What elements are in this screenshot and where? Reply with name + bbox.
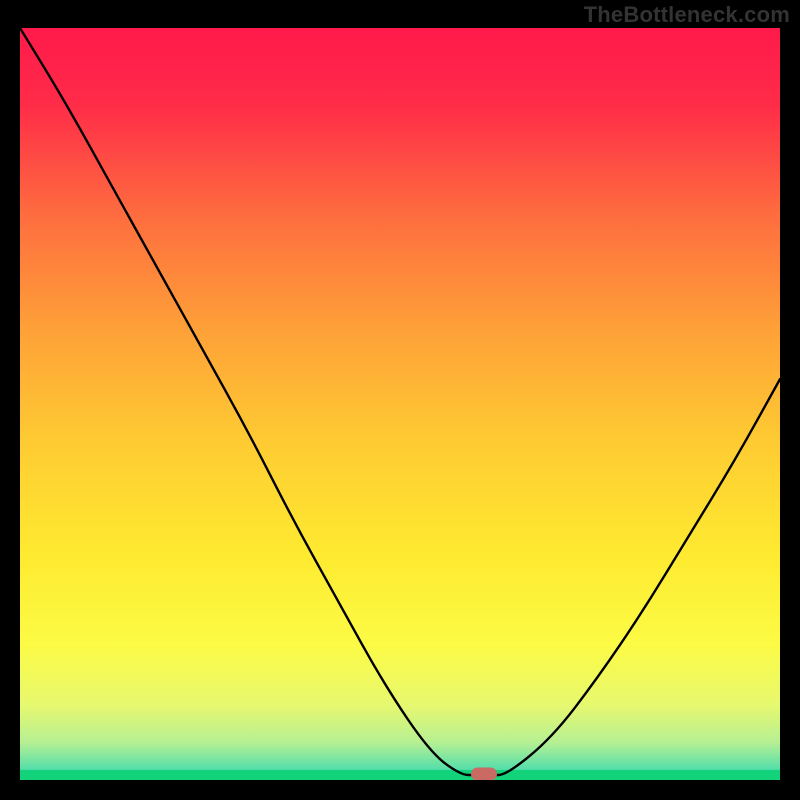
- attribution-label: TheBottleneck.com: [584, 2, 790, 28]
- bottleneck-curve: [20, 28, 780, 780]
- chart-frame: TheBottleneck.com: [0, 0, 800, 800]
- minimum-marker-icon: [471, 768, 497, 781]
- plot-area: [20, 28, 780, 780]
